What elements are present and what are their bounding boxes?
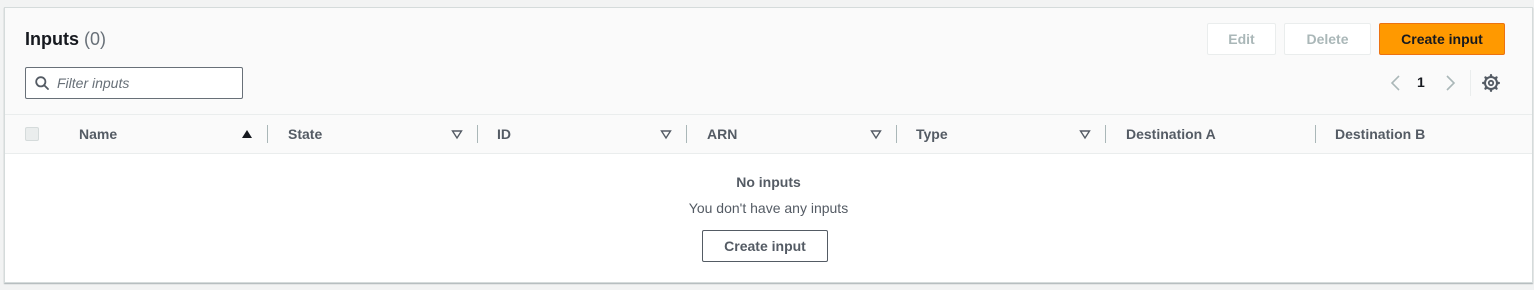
column-divider[interactable] (267, 125, 268, 143)
column-divider[interactable] (1105, 125, 1106, 143)
gear-icon[interactable] (1482, 74, 1500, 92)
filter-search-box (25, 67, 243, 99)
column-label: Destination A (1126, 126, 1216, 142)
column-header-destination-b[interactable]: Destination B (1335, 115, 1425, 153)
pager-divider (1470, 70, 1471, 96)
column-header-destination-a[interactable]: Destination A (1126, 115, 1216, 153)
delete-button[interactable]: Delete (1284, 23, 1371, 55)
title-count: (0) (84, 29, 107, 49)
page-number[interactable]: 1 (1417, 74, 1425, 90)
sort-caret-down-icon[interactable] (1079, 128, 1091, 140)
column-divider[interactable] (1315, 125, 1316, 143)
chevron-right-icon[interactable] (1442, 74, 1458, 92)
empty-state-subtitle: You don't have any inputs (688, 200, 849, 216)
title-text: Inputs (25, 29, 79, 49)
sort-caret-down-icon[interactable] (660, 128, 672, 140)
column-header-type[interactable]: Type (916, 115, 948, 153)
select-all-checkbox[interactable] (25, 127, 39, 141)
column-label: ID (497, 126, 511, 142)
sort-caret-down-icon[interactable] (451, 128, 463, 140)
column-label: Destination B (1335, 126, 1426, 142)
sort-ascending-icon[interactable] (241, 128, 253, 140)
column-divider[interactable] (477, 125, 478, 143)
page-title: Inputs (0) (25, 29, 106, 50)
empty-state-title: No inputs (736, 174, 801, 190)
column-divider[interactable] (896, 125, 897, 143)
chevron-left-icon[interactable] (1388, 74, 1404, 92)
column-header-name[interactable]: Name (79, 115, 117, 153)
filter-input[interactable] (57, 68, 237, 98)
inputs-panel: Inputs (0) Edit Delete Create input 1 (4, 7, 1533, 283)
column-label: Type (916, 126, 948, 142)
column-label: Name (79, 126, 118, 142)
column-header-arn[interactable]: ARN (707, 115, 737, 153)
empty-state-create-input-button[interactable]: Create input (702, 230, 828, 262)
create-input-button[interactable]: Create input (1379, 23, 1505, 55)
panel-header: Inputs (0) Edit Delete Create input 1 (5, 8, 1532, 114)
table-header: Name State ID ARN Type Destination A Des… (5, 114, 1532, 154)
column-label: ARN (707, 126, 738, 142)
column-header-state[interactable]: State (288, 115, 322, 153)
column-divider[interactable] (686, 125, 687, 143)
column-label: State (288, 126, 323, 142)
column-header-id[interactable]: ID (497, 115, 511, 153)
search-icon (35, 76, 49, 90)
sort-caret-down-icon[interactable] (870, 128, 882, 140)
edit-button[interactable]: Edit (1207, 23, 1276, 55)
